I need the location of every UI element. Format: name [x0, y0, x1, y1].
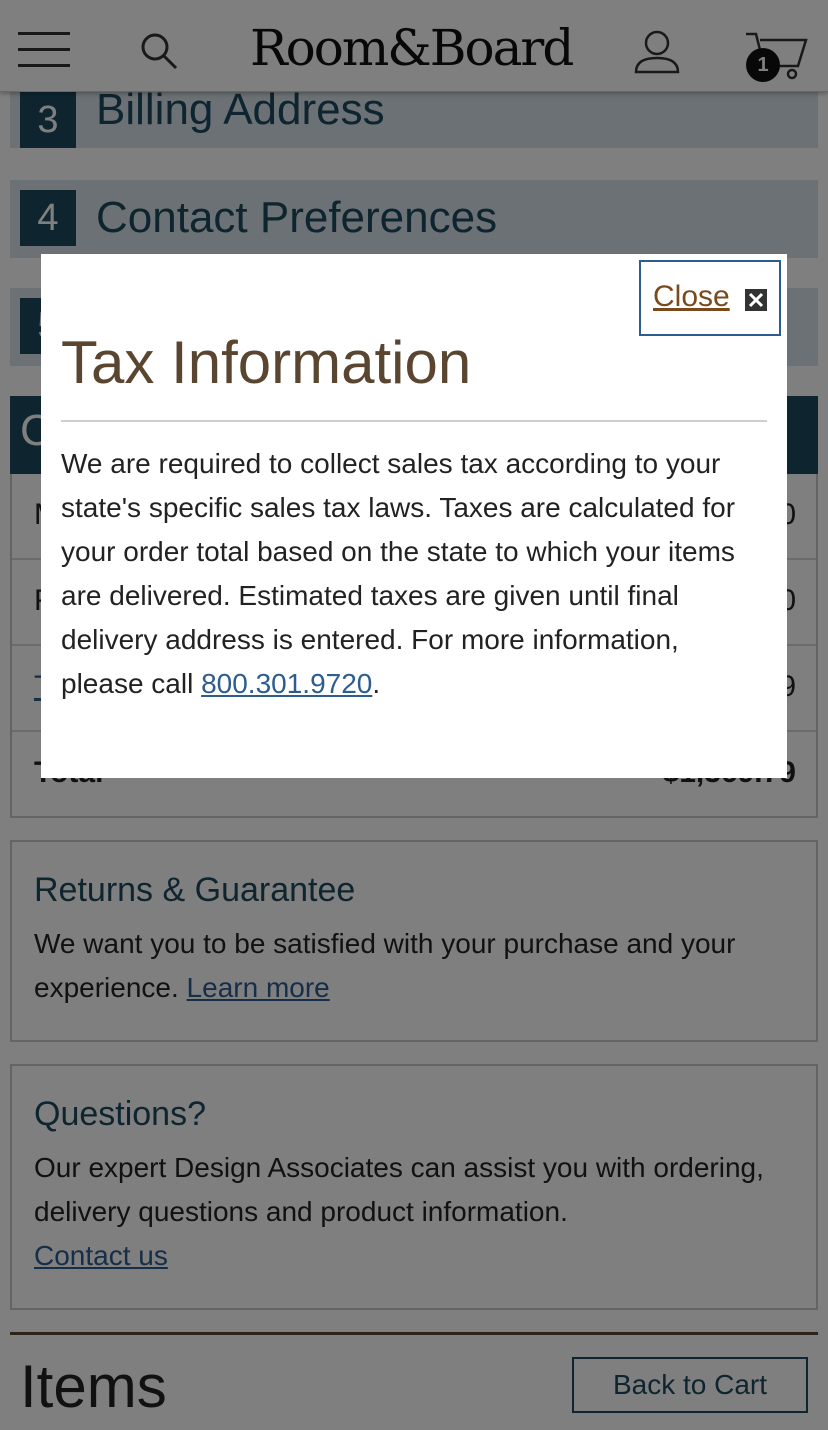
phone-link[interactable]: 800.301.9720 — [201, 668, 372, 699]
close-button[interactable]: Close — [639, 260, 781, 336]
tax-description: We are required to collect sales tax acc… — [61, 448, 736, 699]
close-label: Close — [653, 280, 730, 313]
modal-divider — [61, 420, 767, 422]
close-x-icon — [745, 289, 767, 311]
body-period: . — [372, 668, 381, 699]
tax-information-modal: Close Tax Information We are required to… — [41, 254, 787, 778]
modal-body: We are required to collect sales tax acc… — [61, 442, 767, 706]
modal-title: Tax Information — [61, 329, 472, 396]
